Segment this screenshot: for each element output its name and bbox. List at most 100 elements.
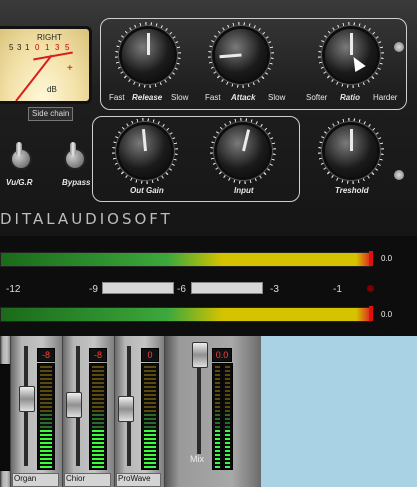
led-segment [225,426,230,428]
vu-scale-5b: 5 [65,43,70,52]
led-segment [92,390,104,392]
meter-bar-bottom [0,306,373,322]
scale-label-1: -1 [333,284,342,295]
led-segment [40,382,52,384]
out-gain-knob[interactable] [119,125,171,177]
organ-meter [37,363,55,470]
led-segment [215,390,220,392]
ratio-softer-label: Softer [306,93,328,102]
led-segment [40,462,52,464]
led-segment [40,410,52,412]
led-segment [92,422,104,424]
meter-bar-top [0,251,373,267]
vu-scale-3b: 3 [55,43,60,52]
led-segment [215,378,220,380]
threshold-knob[interactable] [325,125,377,177]
attack-fast-label: Fast [205,93,221,102]
led-segment [215,414,220,416]
led-segment [144,454,156,456]
vu-gr-lever [16,142,22,156]
prowave-fader[interactable] [118,396,134,422]
input-label: Input [234,186,254,195]
led-segment [40,430,52,432]
led-segment [225,382,230,384]
led-segment [215,418,220,420]
led-segment [40,446,52,448]
out-gain-indicator [141,128,147,152]
out-gain-label: Out Gain [130,186,164,195]
led-segment [92,426,104,428]
chior-fader[interactable] [66,392,82,418]
screw-icon [394,170,404,180]
led-segment [40,370,52,372]
peak-cap [369,251,373,266]
ratio-knob[interactable] [325,29,377,81]
led-segment [144,390,156,392]
led-segment [215,458,220,460]
level-meter: 0.0 -12 -9 -6 -3 -1 0.0 [0,236,417,336]
led-segment [215,370,220,372]
prowave-name-field[interactable]: ProWave [116,473,161,487]
clip-led-icon[interactable] [367,285,374,292]
threshold-indicator [349,129,353,151]
side-chain-label[interactable]: Side chain [28,107,74,121]
led-segment [144,366,156,368]
led-segment [40,426,52,428]
led-segment [92,442,104,444]
led-segment [225,422,230,424]
release-fast-label: Fast [109,93,125,102]
led-segment [92,366,104,368]
led-segment [215,406,220,408]
led-segment [92,458,104,460]
led-segment [92,374,104,376]
attack-knob[interactable] [215,29,267,81]
led-segment [225,370,230,372]
led-segment [225,446,230,448]
led-segment [92,438,104,440]
vu-db-label: dB [47,85,57,94]
compressor-plugin: RIGHT 5 3 1 0 1 3 5 + dB Side chain Fast… [0,0,417,236]
led-segment [40,406,52,408]
led-segment [144,434,156,436]
chior-name-field[interactable]: Chior [64,473,111,487]
vu-scale-3: 3 [17,43,22,52]
led-segment [144,422,156,424]
led-segment [144,466,156,468]
led-segment [144,446,156,448]
vu-scale-5: 5 [9,43,14,52]
led-segment [215,374,220,376]
led-segment [225,438,230,440]
input-knob[interactable] [217,125,269,177]
led-segment [215,466,220,468]
scale-label-9: -9 [89,284,98,295]
led-segment [215,434,220,436]
led-segment [225,390,230,392]
master-fader[interactable] [192,342,208,368]
led-segment [40,442,52,444]
led-segment [40,438,52,440]
led-segment [92,386,104,388]
led-segment [92,466,104,468]
peak-cap [369,306,373,321]
led-segment [144,462,156,464]
led-segment [92,446,104,448]
led-segment [215,426,220,428]
led-segment [225,394,230,396]
led-segment [92,406,104,408]
led-segment [225,366,230,368]
led-segment [225,402,230,404]
mixer: -8 Organ -8 Chior 0 ProWave 0.0 Mix [0,336,261,487]
led-segment [40,418,52,420]
release-knob[interactable] [122,29,174,81]
master-peak: 0.0 [212,348,232,362]
led-segment [215,410,220,412]
led-segment [92,434,104,436]
meter-bottom-value: 0.0 [381,310,393,319]
organ-fader[interactable] [19,386,35,412]
led-segment [92,382,104,384]
led-segment [225,458,230,460]
attack-indicator [218,53,242,59]
prowave-peak: 0 [141,348,159,362]
led-segment [40,450,52,452]
organ-name-field[interactable]: Organ [12,473,59,487]
